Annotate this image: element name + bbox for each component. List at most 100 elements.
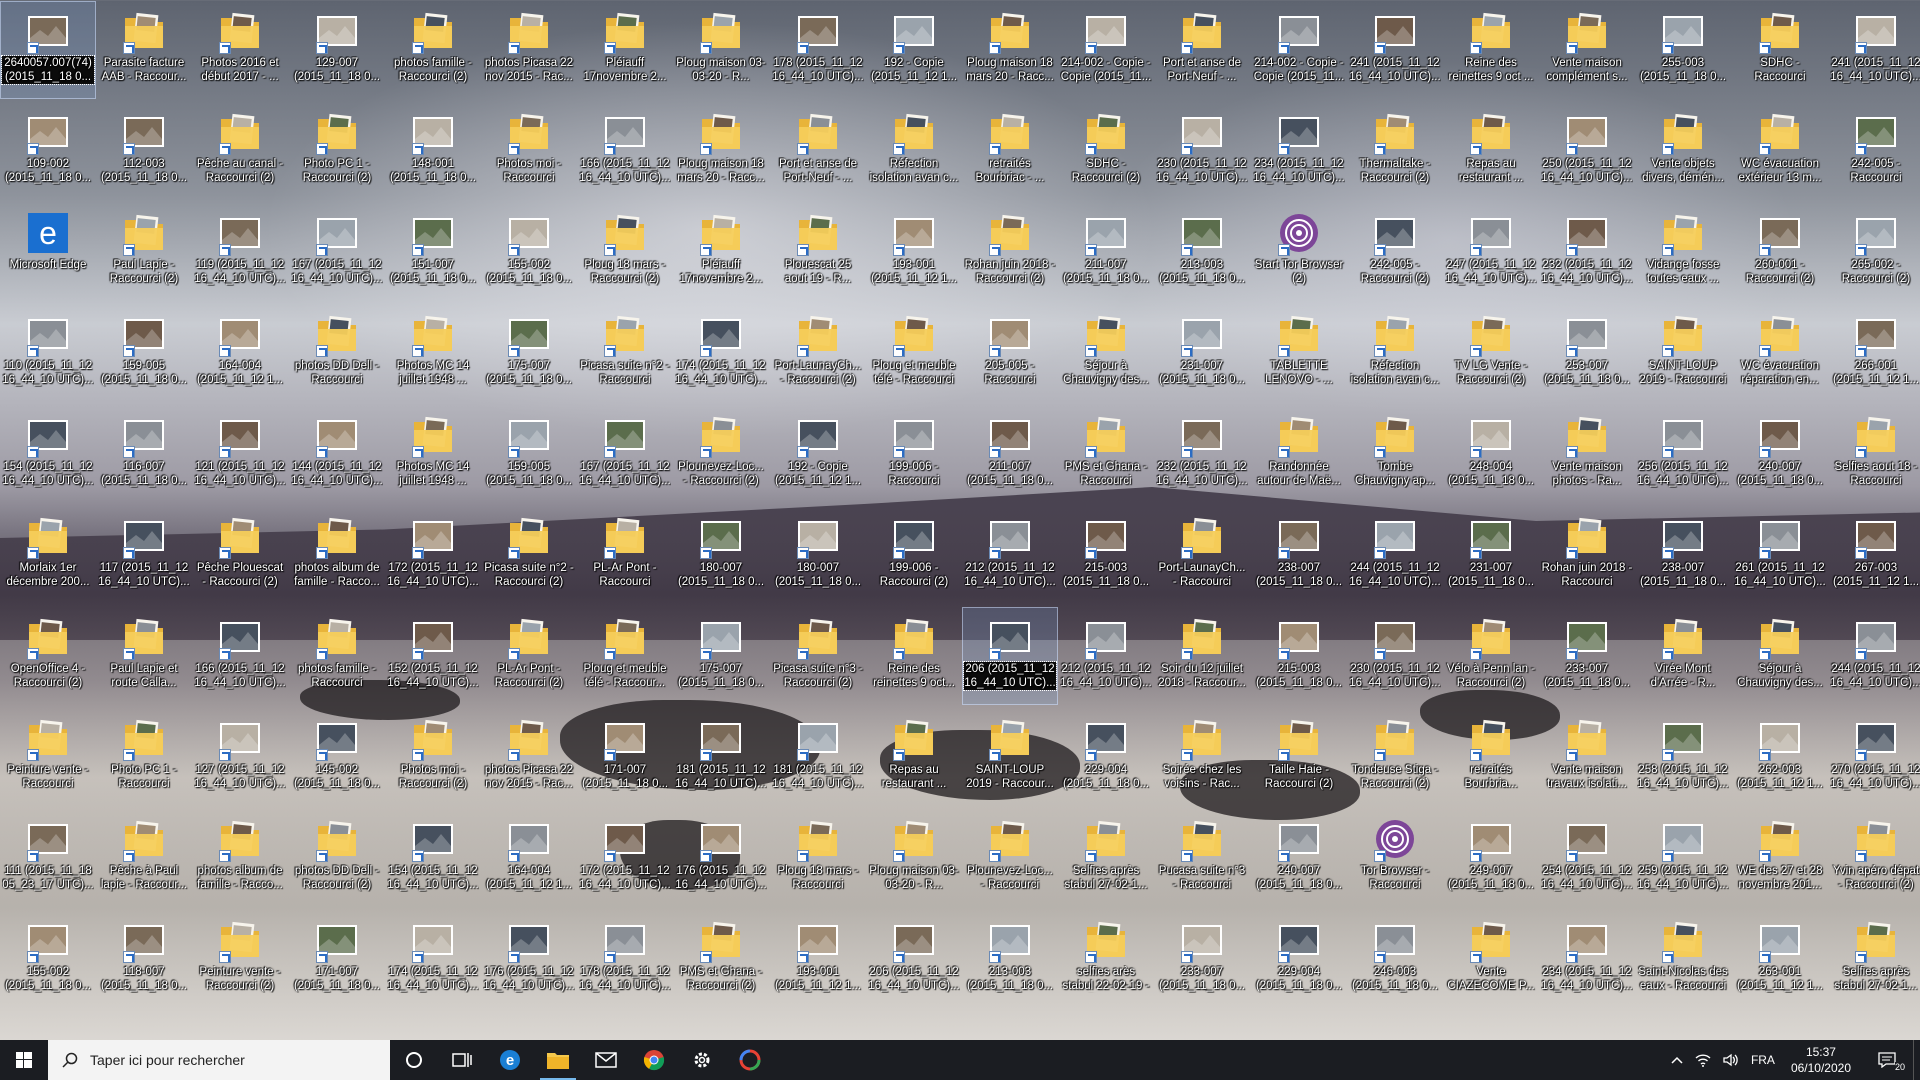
desktop-shortcut[interactable]: Port et anse de Port-Neuf - ...	[771, 103, 865, 199]
desktop-shortcut[interactable]: Selfies après stabul 27-02-1...	[1059, 810, 1153, 906]
desktop-shortcut[interactable]: 213-003 (2015_11_18 0...	[1155, 204, 1249, 300]
desktop-shortcut[interactable]: retraités Bourbria...	[1444, 709, 1538, 805]
desktop-shortcut[interactable]: WC évacuation réparation en...	[1733, 305, 1827, 401]
desktop-shortcut[interactable]: 240-007 (2015_11_18 0...	[1252, 810, 1346, 906]
desktop-shortcut[interactable]: Yvin apéro dépat - Raccourci (2)	[1829, 810, 1920, 906]
desktop-shortcut[interactable]: Plounevez-Loc... - Raccourci	[963, 810, 1057, 906]
desktop-shortcut[interactable]: 255-003 (2015_11_18 0...	[1636, 2, 1730, 98]
taskbar-edge[interactable]: e	[486, 1040, 534, 1080]
desktop-shortcut[interactable]: 118-007 (2015_11_18 0...	[97, 911, 191, 1007]
desktop-shortcut[interactable]: Selfies après stabul 27-02-1...	[1829, 911, 1920, 1007]
desktop-shortcut[interactable]: Picasa suite n°2 - Raccourci	[578, 305, 672, 401]
desktop-shortcut[interactable]: photos Picasa 22 nov 2015 - Rac...	[482, 709, 576, 805]
desktop-shortcut[interactable]: photos album de famille - Racco...	[290, 507, 384, 603]
desktop-shortcut[interactable]: TABLETTE LENOVO - ...	[1252, 305, 1346, 401]
desktop-shortcut[interactable]: 178 (2015_11_12 16_44_10 UTC)...	[771, 2, 865, 98]
desktop-shortcut[interactable]: Vente maison complément s...	[1540, 2, 1634, 98]
desktop-shortcut[interactable]: 176 (2015_11_12 16_44_10 UTC)...	[674, 810, 768, 906]
input-language[interactable]: FRA	[1745, 1040, 1781, 1080]
desktop-shortcut[interactable]: Vente maison travaux isolati...	[1540, 709, 1634, 805]
desktop-shortcut[interactable]: 193-001 (2015_11_12 1...	[771, 911, 865, 1007]
desktop-shortcut[interactable]: Soir du 12 juillet 2018 - Raccour...	[1155, 608, 1249, 704]
desktop-shortcut[interactable]: PMS et Ghana - Raccourci	[1059, 406, 1153, 502]
desktop-shortcut[interactable]: Ploug 18 mars - Raccourci (2)	[578, 204, 672, 300]
desktop-shortcut[interactable]: 171-007 (2015_11_18 0...	[290, 911, 384, 1007]
desktop-shortcut[interactable]: 253-007 (2015_11_18 0...	[1540, 305, 1634, 401]
desktop-shortcut[interactable]: Séjour à Chauvigny des...	[1059, 305, 1153, 401]
desktop-shortcut[interactable]: 166 (2015_11_12 16_44_10 UTC)...	[193, 608, 287, 704]
desktop-shortcut[interactable]: Peinture vente - Raccourci	[1, 709, 95, 805]
desktop-shortcut[interactable]: 167 (2015_11_12 16_44_10 UTC)...	[290, 204, 384, 300]
desktop-shortcut[interactable]: 212 (2015_11_12 16_44_10 UTC)...	[963, 507, 1057, 603]
desktop-shortcut[interactable]: 199-006 - Raccourci (2)	[867, 507, 961, 603]
desktop-shortcut[interactable]: 262-003 (2015_11_12 1...	[1733, 709, 1827, 805]
desktop-shortcut[interactable]: 172 (2015_11_12 16_44_10 UTC)...	[386, 507, 480, 603]
desktop-shortcut[interactable]: Photos MC 14 juillet 1948 ...	[386, 305, 480, 401]
desktop-shortcut[interactable]: photos famille - Raccourci (2)	[386, 2, 480, 98]
desktop-shortcut[interactable]: WC évacuation extérieur 13 m...	[1733, 103, 1827, 199]
desktop-shortcut[interactable]: 164-004 (2015_11_12 1...	[482, 810, 576, 906]
clock[interactable]: 15:37 06/10/2020	[1781, 1044, 1861, 1076]
desktop-shortcut[interactable]: Tondeuse Stiga - Raccourci (2)	[1348, 709, 1442, 805]
desktop-shortcut[interactable]: 215-003 (2015_11_18 0...	[1059, 507, 1153, 603]
desktop-shortcut[interactable]: 242-005 - Raccourci (2)	[1348, 204, 1442, 300]
desktop-shortcut[interactable]: 167 (2015_11_12 16_44_10 UTC)...	[578, 406, 672, 502]
desktop-shortcut[interactable]: 192 - Copie (2015_11_12 1...	[867, 2, 961, 98]
desktop-shortcut[interactable]: 258 (2015_11_12 16_44_10 UTC)...	[1636, 709, 1730, 805]
desktop-shortcut[interactable]: 233-007 (2015_11_18 0...	[1155, 911, 1249, 1007]
desktop-shortcut[interactable]: Start Tor Browser (2)	[1252, 204, 1346, 300]
desktop-shortcut[interactable]: Vente CIAZECOME P...	[1444, 911, 1538, 1007]
desktop-shortcut[interactable]: 119 (2015_11_12 16_44_10 UTC)...	[193, 204, 287, 300]
desktop-shortcut[interactable]: Ploug et meuble télé - Raccourci	[867, 305, 961, 401]
desktop-shortcut[interactable]: 270 (2015_11_12 16_44_10 UTC)...	[1829, 709, 1920, 805]
desktop-shortcut[interactable]: 144 (2015_11_12 16_44_10 UTC)...	[290, 406, 384, 502]
desktop-shortcut[interactable]: 261 (2015_11_12 16_44_10 UTC)...	[1733, 507, 1827, 603]
desktop-shortcut[interactable]: e Microsoft Edge	[1, 204, 95, 300]
desktop-shortcut[interactable]: Pléiauff 17novembre 2...	[578, 2, 672, 98]
desktop-shortcut[interactable]: 111 (2015_11_18 05_23_17 UTC)...	[1, 810, 95, 906]
desktop-shortcut[interactable]: Ploug maison 03-03-20 - R...	[674, 2, 768, 98]
desktop-shortcut[interactable]: Soirée chez les voisins - Rac...	[1155, 709, 1249, 805]
cortana-button[interactable]	[390, 1040, 438, 1080]
start-button[interactable]	[0, 1040, 48, 1080]
desktop-shortcut[interactable]: 175-007 (2015_11_18 0...	[674, 608, 768, 704]
desktop-shortcut[interactable]: 250 (2015_11_12 16_44_10 UTC)...	[1540, 103, 1634, 199]
desktop-shortcut[interactable]: SDHC - Raccourci	[1733, 2, 1827, 98]
desktop-shortcut[interactable]: 241 (2015_11_12 16_44_10 UTC)...	[1829, 2, 1920, 98]
desktop-shortcut[interactable]: photos DD Dell - Raccourci (2)	[290, 810, 384, 906]
desktop-shortcut[interactable]: Photos MC 14 juillet 1948 ...	[386, 406, 480, 502]
desktop-shortcut[interactable]: 211-007 (2015_11_18 0...	[963, 406, 1057, 502]
desktop-shortcut[interactable]: Virée Mont d'Arrée - R...	[1636, 608, 1730, 704]
desktop-shortcut[interactable]: 116-007 (2015_11_18 0...	[97, 406, 191, 502]
desktop-shortcut[interactable]: 230 (2015_11_12 16_44_10 UTC)...	[1155, 103, 1249, 199]
desktop-shortcut[interactable]: Reine des reinettes 9 oct ...	[1444, 2, 1538, 98]
desktop-shortcut[interactable]: Picasa suite n°2 - Raccourci (2)	[482, 507, 576, 603]
taskbar-settings[interactable]	[678, 1040, 726, 1080]
search-box[interactable]	[48, 1040, 390, 1080]
tray-overflow-button[interactable]	[1665, 1040, 1689, 1080]
desktop-shortcut[interactable]: Vélo à Penn lan - Raccourci (2)	[1444, 608, 1538, 704]
desktop-shortcut[interactable]: 246-003 (2015_11_18 0...	[1348, 911, 1442, 1007]
desktop-shortcut[interactable]: Plouescat 25 aout 19 - R...	[771, 204, 865, 300]
desktop-shortcut[interactable]: 229-004 (2015_11_18 0...	[1252, 911, 1346, 1007]
desktop-shortcut[interactable]: 180-007 (2015_11_18 0...	[674, 507, 768, 603]
desktop-shortcut[interactable]: 214-002 - Copie - Copie (2015_11...	[1059, 2, 1153, 98]
desktop-shortcut[interactable]: 178 (2015_11_12 16_44_10 UTC)...	[578, 911, 672, 1007]
desktop-shortcut[interactable]: 244 (2015_11_12 16_44_10 UTC)...	[1829, 608, 1920, 704]
taskbar-file-explorer[interactable]	[534, 1040, 582, 1080]
desktop-shortcut[interactable]: 205-005 - Raccourci	[963, 305, 1057, 401]
desktop-shortcut[interactable]: Pêche à Paul lapie - Raccour...	[97, 810, 191, 906]
desktop-shortcut[interactable]: 249-007 (2015_11_18 0...	[1444, 810, 1538, 906]
desktop-shortcut[interactable]: Tombe Chauvigny ap...	[1348, 406, 1442, 502]
desktop-shortcut[interactable]: 176 (2015_11_12 16_44_10 UTC)...	[482, 911, 576, 1007]
desktop-shortcut[interactable]: 214-002 - Copie - Copie (2015_11...	[1252, 2, 1346, 98]
desktop-shortcut[interactable]: 117 (2015_11_12 16_44_10 UTC)...	[97, 507, 191, 603]
desktop-shortcut[interactable]: Peinture vente - Raccourci (2)	[193, 911, 287, 1007]
desktop-shortcut[interactable]: 260-001 - Raccourci (2)	[1733, 204, 1827, 300]
desktop-shortcut[interactable]: 229-004 (2015_11_18 0...	[1059, 709, 1153, 805]
desktop-shortcut[interactable]: 213-003 (2015_11_18 0...	[963, 911, 1057, 1007]
desktop-shortcut[interactable]: Ploug maison 03-03-20 - R...	[867, 810, 961, 906]
desktop-shortcut[interactable]: Repas au restaurant ...	[867, 709, 961, 805]
desktop-shortcut[interactable]: 148-001 (2015_11_18 0...	[386, 103, 480, 199]
desktop-shortcut[interactable]: 232 (2015_11_12 16_44_10 UTC)...	[1155, 406, 1249, 502]
